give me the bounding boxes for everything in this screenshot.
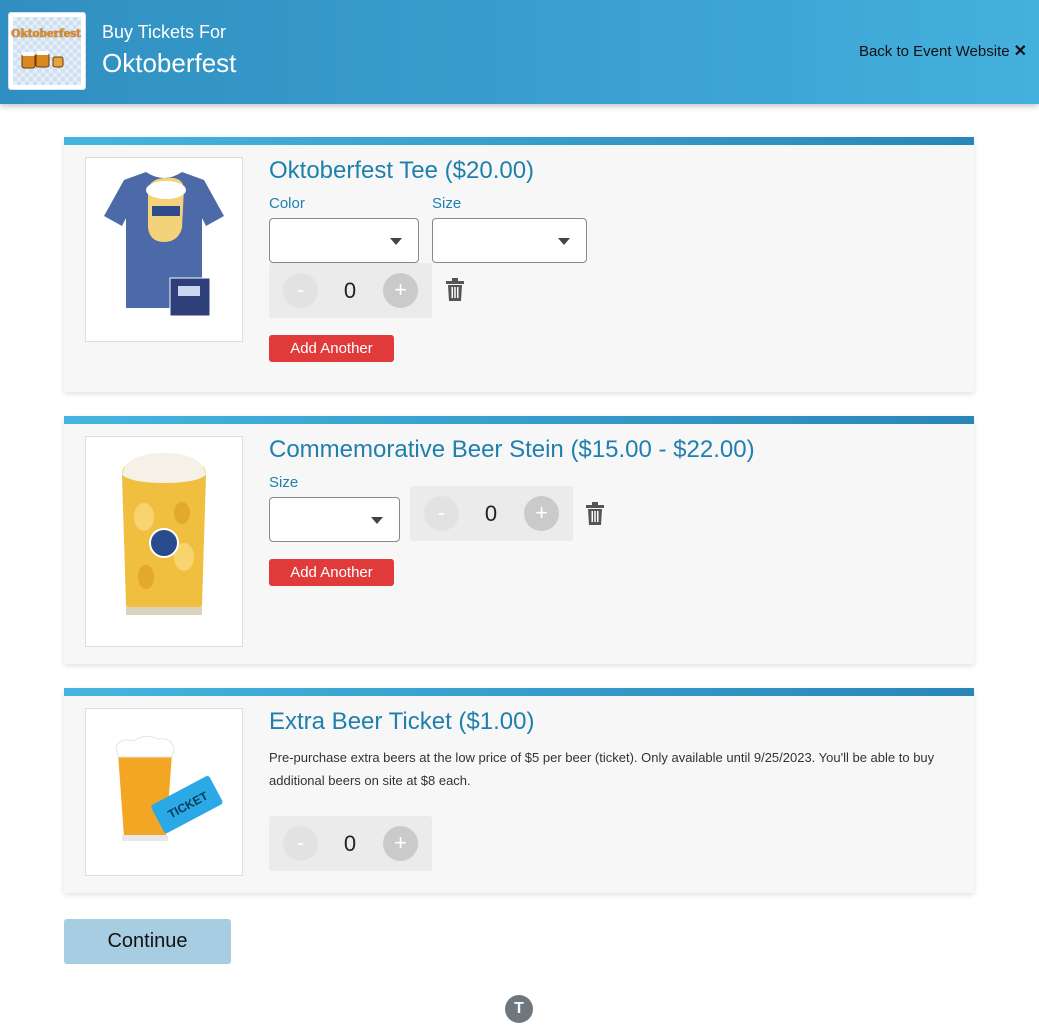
quantity-value: 0 bbox=[343, 278, 357, 303]
product-title: Oktoberfest Tee ($20.00) bbox=[269, 157, 535, 184]
product-image bbox=[85, 436, 243, 647]
add-another-button[interactable]: Add Another bbox=[269, 335, 394, 362]
header-subtitle: Buy Tickets For bbox=[102, 22, 227, 42]
product-title: Extra Beer Ticket ($1.00) bbox=[269, 708, 535, 735]
color-label: Color bbox=[269, 195, 305, 212]
product-card-stein: Commemorative Beer Stein ($15.00 - $22.0… bbox=[64, 416, 974, 664]
back-to-event-link[interactable]: Back to Event Website ✕ bbox=[859, 41, 1027, 61]
increment-button[interactable]: + bbox=[383, 273, 418, 308]
add-another-button[interactable]: Add Another bbox=[269, 559, 394, 586]
event-logo: Oktoberfest bbox=[8, 12, 86, 90]
product-image bbox=[85, 157, 243, 342]
chevron-down-icon bbox=[390, 238, 402, 245]
ticketing-brand-icon: T bbox=[505, 995, 533, 1023]
logo-wordmark: Oktoberfest bbox=[11, 27, 81, 40]
back-link-label: Back to Event Website bbox=[858, 43, 1010, 60]
decrement-button[interactable]: - bbox=[424, 496, 459, 531]
quantity-stepper: - 0 + bbox=[269, 816, 432, 871]
chevron-down-icon bbox=[371, 517, 383, 524]
size-label: Size bbox=[269, 474, 299, 491]
decrement-button[interactable]: - bbox=[283, 273, 318, 308]
trash-icon[interactable] bbox=[585, 502, 605, 526]
increment-button[interactable]: + bbox=[524, 496, 559, 531]
quantity-value: 0 bbox=[484, 501, 498, 526]
trash-icon[interactable] bbox=[445, 278, 465, 302]
increment-button[interactable]: + bbox=[383, 826, 418, 861]
quantity-value: 0 bbox=[343, 831, 357, 856]
beer-ticket-icon: TICKET bbox=[115, 735, 223, 841]
size-select[interactable] bbox=[269, 497, 400, 542]
product-image: TICKET bbox=[85, 708, 243, 876]
product-description: Pre-purchase extra beers at the low pric… bbox=[269, 750, 935, 788]
color-select[interactable] bbox=[269, 218, 419, 263]
continue-button[interactable]: Continue bbox=[64, 919, 231, 964]
close-icon: ✕ bbox=[1013, 43, 1027, 60]
product-title: Commemorative Beer Stein ($15.00 - $22.0… bbox=[269, 436, 755, 463]
event-title: Oktoberfest bbox=[102, 48, 237, 78]
product-card-beer-ticket: TICKET Extra Beer Ticket ($1.00) Pre-pur… bbox=[64, 688, 974, 893]
decrement-button[interactable]: - bbox=[283, 826, 318, 861]
top-header: Oktoberfest Buy Tickets For Oktoberfest … bbox=[0, 0, 1039, 104]
chevron-down-icon bbox=[558, 238, 570, 245]
quantity-stepper: - 0 + bbox=[269, 263, 432, 318]
size-select[interactable] bbox=[432, 218, 587, 263]
tshirt-icon bbox=[104, 172, 224, 317]
size-label: Size bbox=[432, 195, 462, 212]
beer-stein-icon bbox=[122, 453, 206, 615]
beer-mugs-icon bbox=[21, 51, 64, 69]
quantity-stepper: - 0 + bbox=[410, 486, 573, 541]
product-card-tee: Oktoberfest Tee ($20.00) Color Size - 0 … bbox=[64, 137, 974, 392]
